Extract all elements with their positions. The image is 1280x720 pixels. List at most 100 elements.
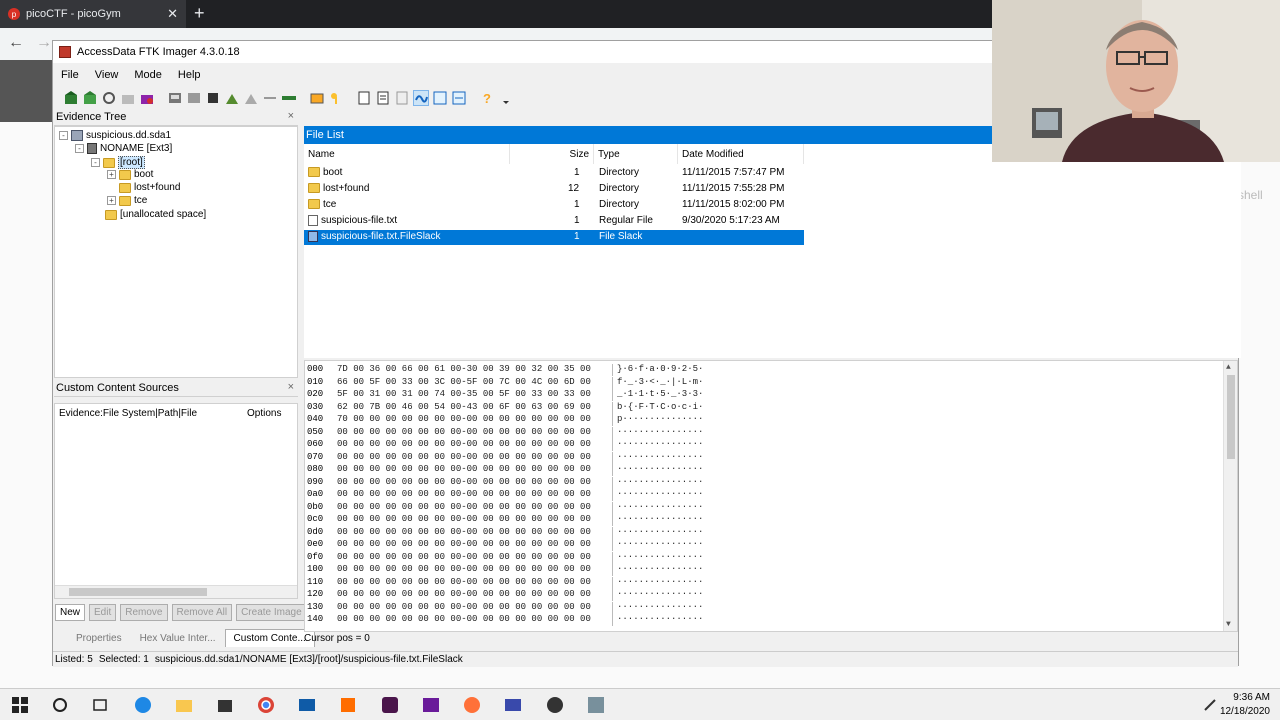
- add-all-evidence-icon[interactable]: [82, 90, 98, 106]
- decrypt-icon[interactable]: [262, 90, 278, 106]
- menu-view[interactable]: View: [95, 69, 119, 81]
- hex-bytes: 00 00 00 00 00 00 00 00-00 00 00 00 00 0…: [337, 476, 613, 489]
- browser-tab[interactable]: p picoCTF - picoGym ✕: [0, 0, 186, 28]
- image-mounting-icon[interactable]: [101, 90, 117, 106]
- export-files-icon[interactable]: [309, 90, 325, 106]
- tab-properties[interactable]: Properties: [67, 629, 131, 647]
- progress-bar-icon[interactable]: [281, 90, 297, 106]
- toolbar-options-icon[interactable]: [498, 90, 514, 106]
- task-view-icon[interactable]: [90, 695, 110, 715]
- chrome-icon[interactable]: [256, 695, 276, 715]
- tree-node-label: tce: [134, 195, 148, 206]
- horizontal-scrollbar[interactable]: [55, 585, 297, 598]
- forward-arrow-icon[interactable]: →: [36, 34, 52, 52]
- new-button[interactable]: New: [55, 604, 86, 621]
- export-file-hash-list-icon[interactable]: [356, 90, 372, 106]
- hex-view-icon[interactable]: [451, 90, 467, 106]
- hex-bytes: 00 00 00 00 00 00 00 00-00 00 00 00 00 0…: [337, 614, 613, 626]
- export-disk-image-icon[interactable]: [186, 90, 202, 106]
- close-icon[interactable]: ×: [288, 381, 294, 393]
- edge-icon[interactable]: [133, 695, 153, 715]
- firefox-icon[interactable]: [462, 695, 482, 715]
- hex-ascii: ················: [617, 439, 704, 449]
- obs-icon[interactable]: [545, 695, 565, 715]
- hex-off: 0c0: [307, 514, 324, 524]
- windows-start-icon[interactable]: [10, 695, 30, 715]
- scrollbar-thumb[interactable]: [1227, 375, 1235, 459]
- column-header-size[interactable]: Size: [510, 144, 594, 164]
- remove-button[interactable]: Remove: [120, 604, 168, 621]
- hex-off: 070: [307, 451, 324, 462]
- scroll-down-icon[interactable]: ▼: [1226, 620, 1231, 629]
- hex-viewer[interactable]: ▲ ▼ 000 7D 00 36 00 66 00 61 00-30 00 39 …: [304, 360, 1238, 632]
- menu-mode[interactable]: Mode: [134, 69, 162, 81]
- text-view-icon[interactable]: [432, 90, 448, 106]
- column-header-type[interactable]: Type: [594, 144, 678, 164]
- column-header-name[interactable]: Name: [304, 144, 510, 164]
- column-header-date-modified[interactable]: Date Modified: [678, 144, 804, 164]
- system-clock[interactable]: 9:36 AM 12/18/2020: [1220, 691, 1270, 719]
- tab-hex-value-interpreter[interactable]: Hex Value Inter...: [131, 629, 225, 647]
- scroll-up-icon[interactable]: ▲: [1226, 363, 1231, 372]
- expand-icon[interactable]: +: [107, 170, 116, 179]
- file-explorer-icon[interactable]: [174, 695, 194, 715]
- list-view-icon[interactable]: [394, 90, 410, 106]
- table-row[interactable]: lost+found 12 Directory 11/11/2015 7:55:…: [304, 182, 804, 197]
- menu-help[interactable]: Help: [178, 69, 201, 81]
- help-icon[interactable]: ?: [479, 90, 495, 106]
- add-evidence-icon[interactable]: [63, 90, 79, 106]
- menu-file[interactable]: File: [61, 69, 79, 81]
- edit-button[interactable]: Edit: [89, 604, 117, 621]
- add-to-custom-content-icon[interactable]: [224, 90, 240, 106]
- close-icon[interactable]: ✕: [167, 6, 178, 22]
- auto-view-icon[interactable]: [413, 90, 429, 106]
- store-icon[interactable]: [215, 695, 235, 715]
- scrollbar-thumb[interactable]: [69, 588, 207, 596]
- collapse-icon[interactable]: -: [91, 158, 100, 167]
- app-icon[interactable]: [338, 695, 358, 715]
- table-row[interactable]: boot 1 Directory 11/11/2015 7:57:47 PM: [304, 166, 804, 181]
- mail-icon[interactable]: [297, 695, 317, 715]
- status-selected: Selected: 1: [98, 654, 149, 665]
- column-header-options[interactable]: Options: [247, 408, 281, 419]
- search-icon[interactable]: [50, 695, 70, 715]
- evidence-tree-header: Evidence Tree ×: [54, 109, 298, 126]
- remove-all-evidence-icon[interactable]: [139, 90, 155, 106]
- collapse-icon[interactable]: -: [59, 131, 68, 140]
- column-header-evidence[interactable]: Evidence:File System|Path|File: [59, 408, 197, 419]
- slack-icon[interactable]: [380, 695, 400, 715]
- vertical-scrollbar[interactable]: ▲ ▼: [1223, 361, 1237, 631]
- create-image-button[interactable]: Create Image: [236, 604, 307, 621]
- hex-bytes: 00 00 00 00 00 00 00 00-00 00 00 00 00 0…: [337, 589, 613, 601]
- tree-node-root[interactable]: - [root]: [91, 156, 145, 169]
- table-row[interactable]: tce 1 Directory 11/11/2015 8:02:00 PM: [304, 198, 804, 213]
- create-custom-content-icon[interactable]: [243, 90, 259, 106]
- custom-content-list: Evidence:File System|Path|File Options: [54, 403, 298, 599]
- windows-taskbar: 9:36 AM 12/18/2020: [0, 688, 1280, 720]
- export-directory-listing-icon[interactable]: [375, 90, 391, 106]
- table-row[interactable]: suspicious-file.txt 1 Regular File 9/30/…: [304, 214, 804, 229]
- ftk-taskbar-icon[interactable]: [586, 695, 606, 715]
- remove-all-button[interactable]: Remove All: [171, 604, 233, 621]
- table-row-selected[interactable]: suspicious-file.txt.FileSlack 1 File Sla…: [304, 230, 804, 245]
- remove-evidence-icon[interactable]: [120, 90, 136, 106]
- collapse-icon[interactable]: -: [75, 144, 84, 153]
- app-icon[interactable]: [421, 695, 441, 715]
- close-icon[interactable]: ×: [288, 110, 294, 122]
- webcam-person-image: [992, 0, 1280, 162]
- tree-node-boot[interactable]: + boot: [107, 169, 153, 180]
- expand-icon[interactable]: +: [107, 196, 116, 205]
- export-logical-image-icon[interactable]: [205, 90, 221, 106]
- tree-node-image[interactable]: - suspicious.dd.sda1: [59, 130, 171, 141]
- app-icon[interactable]: [503, 695, 523, 715]
- tree-node-tce[interactable]: + tce: [107, 195, 147, 206]
- tree-node-unallocated[interactable]: [unallocated space]: [105, 209, 206, 220]
- new-tab-button[interactable]: +: [194, 3, 205, 24]
- tab-custom-content[interactable]: Custom Conte...: [224, 629, 315, 647]
- pen-icon[interactable]: [1200, 695, 1220, 715]
- key-icon[interactable]: [328, 90, 344, 106]
- tree-node-partition[interactable]: - NONAME [Ext3]: [75, 143, 172, 154]
- create-disk-image-icon[interactable]: [167, 90, 183, 106]
- tree-node-lost-found[interactable]: lost+found: [119, 182, 180, 193]
- back-arrow-icon[interactable]: ←: [8, 34, 24, 52]
